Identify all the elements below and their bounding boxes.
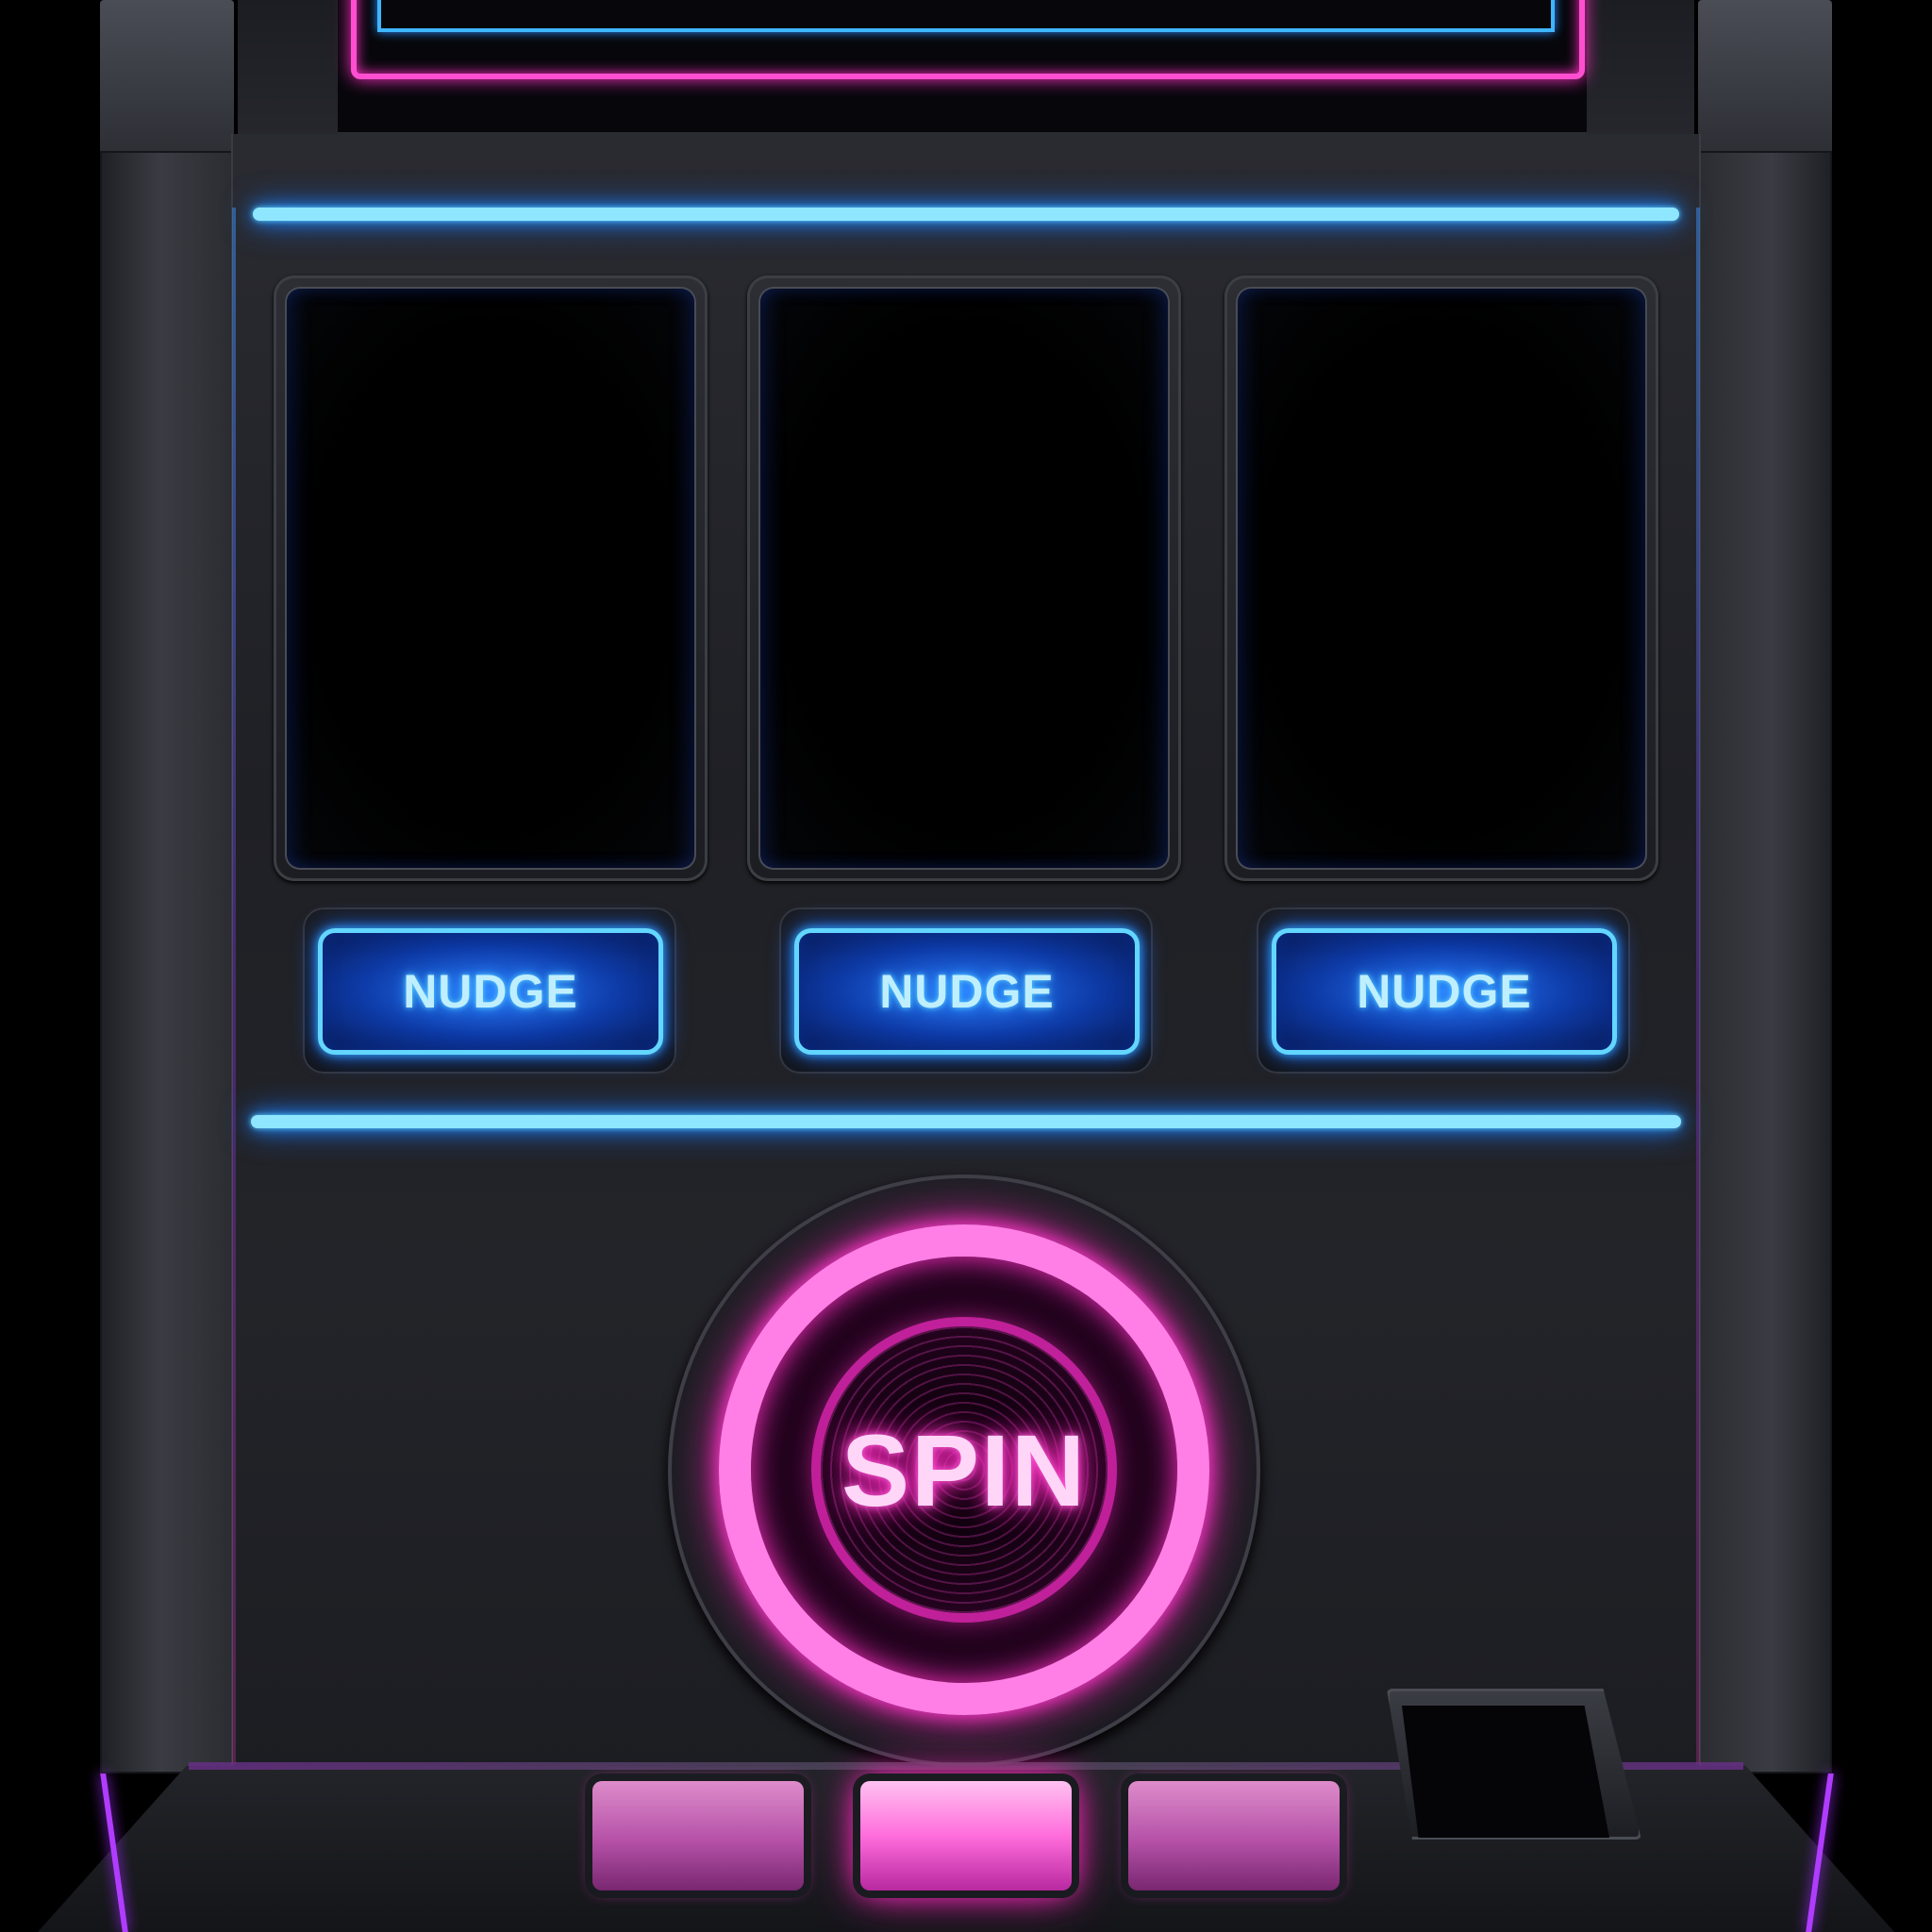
nudge-button-reel-2[interactable]: NUDGE <box>794 928 1140 1055</box>
nudge-3-housing: NUDGE <box>1257 908 1630 1074</box>
reel-1-window <box>285 287 696 870</box>
slot-machine-cabinet: NUDGE NUDGE NUDGE SPIN <box>0 0 1932 1932</box>
right-edge-glow <box>1696 208 1700 1764</box>
left-edge-glow <box>232 208 236 1764</box>
deck-button-3[interactable] <box>1128 1781 1340 1890</box>
reel-2-window <box>758 287 1170 870</box>
bill-acceptor-opening <box>1402 1706 1609 1838</box>
nudge-button-reel-3[interactable]: NUDGE <box>1272 928 1617 1055</box>
top-display-blue-neon-border <box>377 0 1555 32</box>
reel-3-window <box>1236 287 1647 870</box>
nudge-2-housing: NUDGE <box>779 908 1153 1074</box>
spin-button-center[interactable]: SPIN <box>821 1326 1108 1613</box>
deck-button-1[interactable] <box>592 1781 804 1890</box>
nudge-1-label: NUDGE <box>403 965 578 1018</box>
nudge-2-label: NUDGE <box>879 965 1055 1018</box>
spin-label: SPIN <box>841 1412 1088 1527</box>
upper-neon-light-bar <box>253 208 1679 221</box>
nudge-button-reel-1[interactable]: NUDGE <box>318 928 663 1055</box>
left-cabinet-cap <box>100 0 234 160</box>
lower-neon-light-bar <box>251 1115 1681 1128</box>
nudge-3-label: NUDGE <box>1357 965 1532 1018</box>
reel-1 <box>274 275 708 881</box>
right-cabinet-pillar <box>1698 151 1832 1774</box>
reel-3 <box>1224 275 1658 881</box>
reel-2 <box>747 275 1181 881</box>
nudge-1-housing: NUDGE <box>303 908 676 1074</box>
left-cabinet-pillar <box>100 151 234 1774</box>
deck-button-2[interactable] <box>860 1781 1072 1890</box>
right-cabinet-cap <box>1698 0 1832 160</box>
